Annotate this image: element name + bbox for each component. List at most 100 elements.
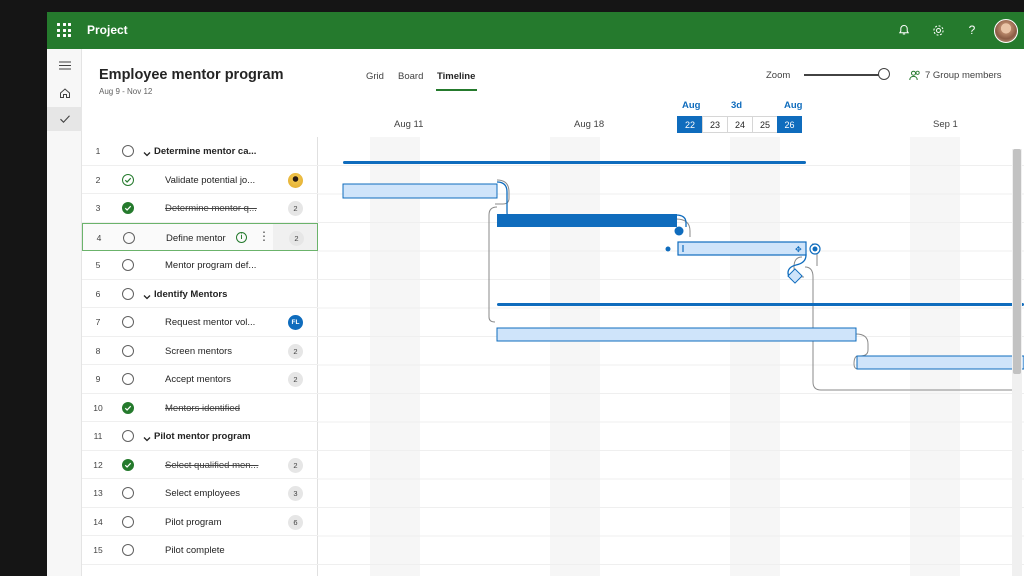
task-name[interactable]: Mentors identified [165,403,240,414]
day-cell[interactable]: 24 [727,116,752,133]
table-row[interactable]: 12 Select qualified men... 2 [82,451,318,479]
row-number: 15 [93,545,103,555]
table-row[interactable]: 14 Pilot program 6 [82,508,318,536]
task-name[interactable]: Select qualified men... [165,460,258,471]
home-icon[interactable] [47,81,82,105]
tab-timeline[interactable]: Timeline [437,71,475,82]
table-row[interactable]: 11 Pilot mentor program [82,422,318,451]
task-list: 1 Determine mentor ca... 2 Validate potenti… [82,137,318,576]
help-icon[interactable]: ? [962,20,982,40]
table-row[interactable]: 1 Determine mentor ca... [82,137,318,166]
status-circle-icon[interactable] [122,316,134,328]
table-row[interactable]: 7 Request mentor vol... FL [82,308,318,337]
row-number: 7 [95,317,101,327]
task-name[interactable]: Select employees [165,488,240,499]
link-handle [674,226,684,236]
status-circle-icon[interactable] [122,373,134,385]
status-circle-icon[interactable] [122,430,134,442]
completed-check-icon[interactable] [122,401,134,414]
task-name[interactable]: Pilot complete [165,545,225,556]
row-number: 5 [95,260,101,270]
table-row[interactable]: 4 Define mentor i ⋮ 2 [82,222,318,251]
day-cell[interactable]: 22 [677,116,702,133]
table-row[interactable]: 3 Determine mentor q... 2 [82,194,318,223]
row-number: 6 [95,288,101,299]
day-cell[interactable]: 23 [702,116,727,133]
task-name[interactable]: Determine mentor ca... [154,146,256,157]
task-name[interactable]: Determine mentor q... [165,203,257,214]
row-number: 14 [93,516,103,527]
more-options-icon[interactable]: ⋮ [258,230,270,242]
chevron-down-icon[interactable] [143,288,151,306]
day-cell[interactable]: 26 [777,116,802,133]
status-circle-icon[interactable] [122,173,134,186]
task-name[interactable]: Mentor program def... [165,260,256,271]
menu-icon[interactable] [47,53,82,77]
table-row[interactable]: 9 Accept mentors 2 [82,365,318,394]
assignee-count-badge[interactable]: 2 [288,343,303,359]
row-number: 2 [95,174,101,185]
info-icon[interactable]: i [236,231,247,243]
table-row[interactable]: 5 Mentor program def... [82,251,318,280]
completed-check-icon[interactable] [122,458,134,471]
table-row[interactable]: 2 Validate potential jo... [82,166,318,194]
day-cell[interactable]: 25 [752,116,777,133]
chevron-down-icon[interactable] [143,430,151,448]
task-name[interactable]: Screen mentors [165,346,232,357]
chevron-down-icon[interactable] [143,145,151,163]
tasks-check-icon[interactable] [47,107,82,131]
status-circle-icon[interactable] [122,515,134,528]
assignee-count-badge[interactable]: 2 [289,230,304,246]
app-launcher-icon[interactable] [57,23,71,37]
task-name[interactable]: Request mentor vol... [165,317,255,328]
assignee-count-badge[interactable]: 3 [288,486,303,501]
gear-icon[interactable] [928,20,948,40]
table-row[interactable]: 13 Select employees 3 [82,479,318,508]
weekend-shade [550,137,600,576]
assignee-count-badge[interactable]: 2 [288,372,303,387]
table-row[interactable]: 6 Identify Mentors [82,280,318,308]
assignee-count-badge[interactable]: 2 [288,457,303,473]
assignee-count-badge[interactable]: 2 [288,201,303,216]
status-circle-icon[interactable] [122,259,134,271]
row-number: 1 [95,146,101,156]
tab-grid[interactable]: Grid [366,71,384,82]
task-name[interactable]: Validate potential jo... [165,175,255,186]
summary-bar [343,161,806,164]
status-circle-icon[interactable] [123,231,135,244]
vertical-scrollbar-thumb[interactable] [1013,149,1021,374]
task-bar [497,214,677,227]
move-handle-icon: ✥ [795,245,802,254]
assignee-count-badge[interactable]: 6 [288,514,303,530]
task-name[interactable]: Define mentor [166,233,226,244]
task-name[interactable]: Accept mentors [165,374,231,385]
project-title: Employee mentor program [99,67,284,83]
milestone-diamond [787,268,803,284]
task-name[interactable]: Pilot program [165,517,222,528]
status-circle-icon[interactable] [122,287,134,300]
table-row[interactable]: 8 Screen mentors 2 [82,337,318,365]
assignee-initials[interactable]: FL [288,315,303,330]
zoom-slider-thumb[interactable] [878,68,890,80]
status-circle-icon[interactable] [122,145,134,157]
zoom-slider-track[interactable] [804,74,884,76]
zoom-month-start: Aug [682,100,701,111]
completed-check-icon[interactable] [122,202,134,214]
assignee-avatar[interactable] [288,172,303,188]
weekend-shade [730,137,780,576]
user-avatar[interactable] [994,19,1018,43]
task-name[interactable]: Identify Mentors [154,289,227,300]
bell-icon[interactable] [894,20,914,40]
task-name[interactable]: Pilot mentor program [154,431,251,442]
status-circle-icon[interactable] [122,487,134,499]
status-circle-icon[interactable] [122,544,134,556]
group-members-button[interactable]: 7 Group members [909,70,1002,81]
link-handle [665,246,671,252]
tab-board[interactable]: Board [398,71,423,82]
zoom-month-end: Aug [784,100,803,111]
row-number: 13 [93,488,103,498]
status-circle-icon[interactable] [122,344,134,357]
group-members-label: 7 Group members [925,70,1002,81]
table-row[interactable]: 10 Mentors identified [82,394,318,422]
table-row[interactable]: 15 Pilot complete [82,536,318,565]
